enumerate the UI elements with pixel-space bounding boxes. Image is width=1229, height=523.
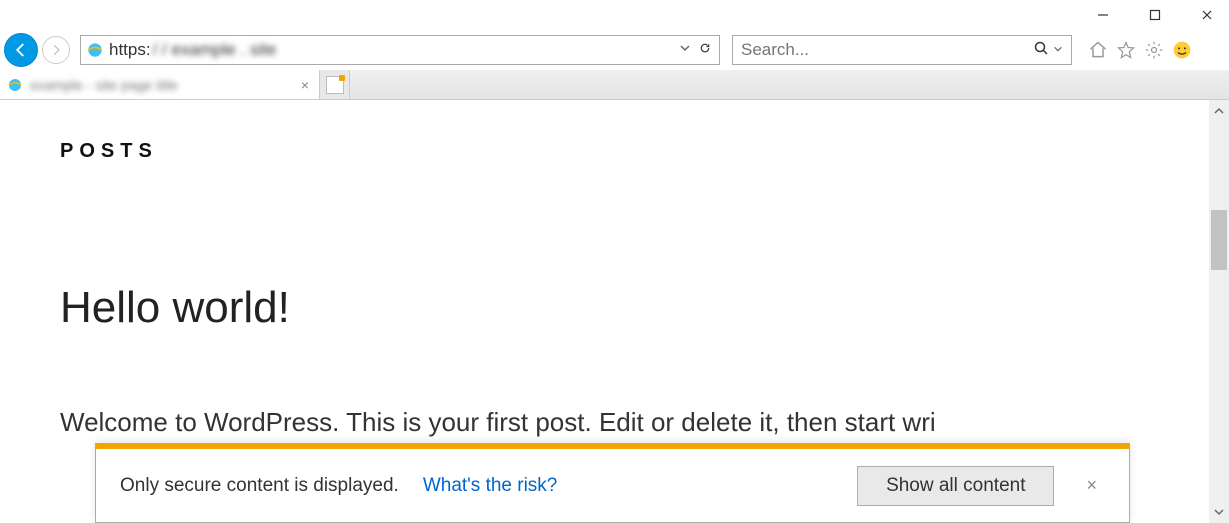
new-tab-button[interactable] <box>320 70 350 99</box>
tab-title: example - site page title <box>30 77 291 93</box>
search-input[interactable] <box>741 40 1033 60</box>
address-bar[interactable]: https: / / example . site <box>80 35 720 65</box>
search-dropdown-icon[interactable] <box>1053 41 1063 59</box>
notification-message: Only secure content is displayed. <box>120 475 399 497</box>
section-label: POSTS <box>60 140 1149 163</box>
notification-link[interactable]: What's the risk? <box>423 475 558 497</box>
tab-strip: example - site page title × <box>0 70 1229 100</box>
forward-button[interactable] <box>42 36 70 64</box>
window-titlebar <box>0 0 1229 30</box>
home-icon[interactable] <box>1088 40 1108 60</box>
url-scheme: https: <box>109 40 151 60</box>
toolbar-right-icons <box>1088 40 1192 60</box>
tab-close-button[interactable]: × <box>297 77 313 93</box>
scroll-up-button[interactable] <box>1209 102 1229 120</box>
ie-logo-icon <box>6 76 24 94</box>
scroll-down-button[interactable] <box>1209 503 1229 521</box>
notification-close-button[interactable]: × <box>1078 471 1105 500</box>
minimize-button[interactable] <box>1089 5 1117 25</box>
back-button[interactable] <box>4 33 38 67</box>
post-heading[interactable]: Hello world! <box>60 283 1149 333</box>
favorites-icon[interactable] <box>1116 40 1136 60</box>
search-bar[interactable] <box>732 35 1072 65</box>
smiley-icon[interactable] <box>1172 40 1192 60</box>
show-all-content-button[interactable]: Show all content <box>857 466 1054 506</box>
maximize-button[interactable] <box>1141 5 1169 25</box>
url-text: / / example . site <box>151 40 671 60</box>
browser-toolbar: https: / / example . site <box>0 30 1229 70</box>
scroll-thumb[interactable] <box>1211 210 1227 270</box>
new-tab-icon <box>326 76 344 94</box>
address-bar-controls <box>671 41 719 59</box>
tab-active[interactable]: example - site page title × <box>0 70 320 99</box>
ie-logo-icon <box>85 40 105 60</box>
search-icon[interactable] <box>1033 40 1049 61</box>
post-body: Welcome to WordPress. This is your first… <box>60 403 1149 442</box>
vertical-scrollbar[interactable] <box>1209 100 1229 523</box>
refresh-icon[interactable] <box>699 41 711 59</box>
dropdown-icon[interactable] <box>679 41 691 59</box>
close-button[interactable] <box>1193 5 1221 25</box>
tools-icon[interactable] <box>1144 40 1164 60</box>
security-notification-bar: Only secure content is displayed. What's… <box>95 443 1130 523</box>
